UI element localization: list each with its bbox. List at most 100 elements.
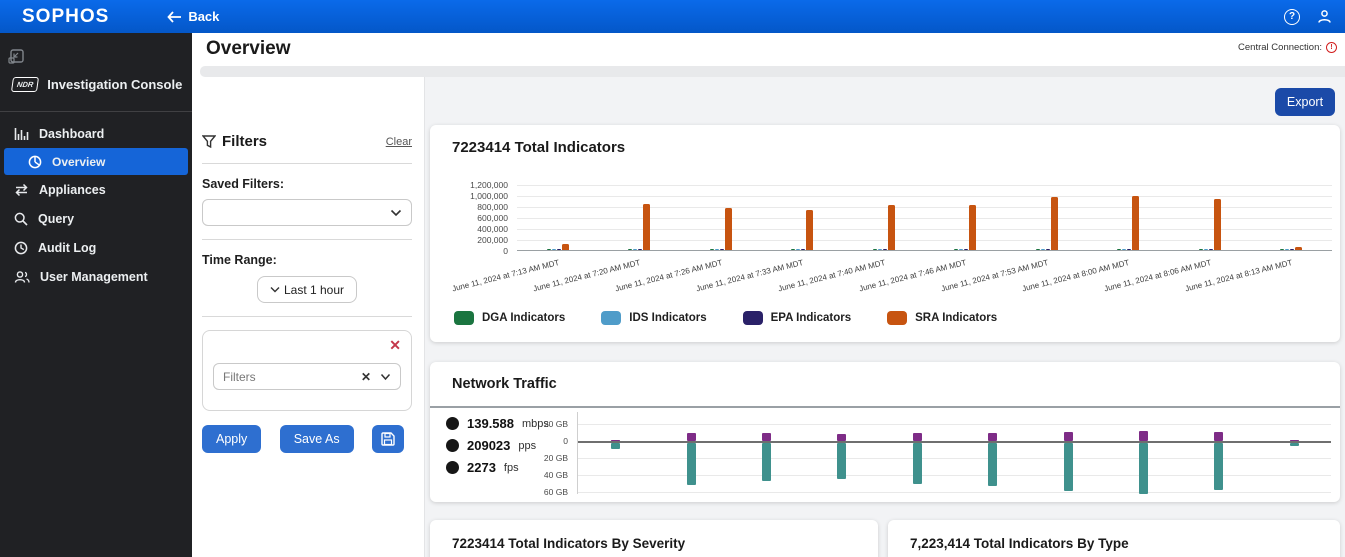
bar-ids bbox=[552, 249, 556, 250]
y-tick-label: 40 GB bbox=[524, 470, 568, 480]
legend-label: DGA Indicators bbox=[482, 312, 565, 324]
save-filter-button[interactable] bbox=[372, 425, 404, 453]
bar-epa bbox=[964, 249, 968, 250]
stat-value: 209023 bbox=[467, 438, 510, 453]
clear-filters-link[interactable]: Clear bbox=[386, 136, 412, 148]
bar-sra bbox=[1214, 199, 1221, 250]
divider bbox=[202, 239, 412, 240]
indicators-by-severity-card: 7223414 Total Indicators By Severity bbox=[430, 520, 878, 557]
x-tick-label: June 11, 2024 at 8:00 AM MDT bbox=[983, 258, 1131, 303]
legend-item[interactable]: EPA Indicators bbox=[743, 311, 852, 325]
sidebar-nav: Dashboard Overview Appliances Query Audi… bbox=[0, 119, 192, 291]
chevron-down-icon bbox=[380, 373, 391, 381]
bar-sra bbox=[888, 205, 895, 250]
network-bar-outbound bbox=[611, 443, 620, 449]
x-tick-label: June 11, 2024 at 8:06 AM MDT bbox=[1064, 258, 1212, 303]
bar-dga bbox=[1036, 249, 1040, 250]
time-range-label: Time Range: bbox=[202, 253, 412, 267]
legend-label: IDS Indicators bbox=[629, 312, 706, 324]
legend-swatch bbox=[601, 311, 621, 325]
sidebar-item-user-management[interactable]: User Management bbox=[0, 262, 192, 291]
network-bar-outbound bbox=[762, 443, 771, 481]
x-tick-label: June 11, 2024 at 8:13 AM MDT bbox=[1146, 258, 1294, 303]
clear-selection-icon[interactable]: ✕ bbox=[361, 370, 371, 384]
sidebar-item-label: Overview bbox=[52, 155, 105, 169]
filters-title: Filters bbox=[222, 133, 267, 150]
bar-dga bbox=[873, 249, 877, 250]
y-tick-label: 1,000,000 bbox=[426, 191, 508, 201]
legend-swatch bbox=[743, 311, 763, 325]
users-icon bbox=[14, 270, 30, 284]
legend-item[interactable]: DGA Indicators bbox=[454, 311, 565, 325]
bar-ids bbox=[633, 249, 637, 250]
sidebar-item-appliances[interactable]: Appliances bbox=[0, 175, 192, 204]
bar-group bbox=[1251, 185, 1333, 250]
collapse-panel-icon[interactable] bbox=[8, 49, 24, 65]
bar-epa bbox=[1127, 249, 1131, 250]
sidebar-item-dashboard[interactable]: Dashboard bbox=[0, 119, 192, 148]
filter-group: ✕ Filters ✕ bbox=[202, 330, 412, 411]
chevron-down-icon bbox=[270, 286, 280, 293]
app-title: Investigation Console bbox=[47, 77, 182, 92]
bar-ids bbox=[1041, 249, 1045, 250]
bar-group bbox=[1006, 185, 1088, 250]
sidebar-divider bbox=[0, 111, 192, 112]
bar-group bbox=[843, 185, 925, 250]
warning-icon[interactable]: ! bbox=[1326, 42, 1337, 53]
save-as-button[interactable]: Save As bbox=[280, 425, 354, 453]
bar-sra bbox=[562, 244, 569, 250]
network-bar-inbound bbox=[762, 433, 771, 441]
bar-sra bbox=[969, 205, 976, 250]
clock-icon bbox=[14, 241, 28, 255]
x-tick-label: June 11, 2024 at 7:53 AM MDT bbox=[901, 258, 1049, 303]
saved-filters-select[interactable] bbox=[202, 199, 412, 226]
divider bbox=[430, 406, 1340, 408]
bar-dga bbox=[791, 249, 795, 250]
legend-item[interactable]: IDS Indicators bbox=[601, 311, 706, 325]
bar-group bbox=[1088, 185, 1170, 250]
top-bar: SOPHOS Back ? bbox=[0, 0, 1345, 33]
x-tick-label: June 11, 2024 at 7:20 AM MDT bbox=[494, 258, 642, 303]
sidebar-item-label: Audit Log bbox=[38, 241, 96, 255]
back-label: Back bbox=[188, 9, 219, 24]
sidebar-item-audit-log[interactable]: Audit Log bbox=[0, 233, 192, 262]
sidebar-item-overview[interactable]: Overview bbox=[4, 148, 188, 175]
y-tick-label: 20 GB bbox=[524, 419, 568, 429]
bar-dga bbox=[628, 249, 632, 250]
bar-epa bbox=[1046, 249, 1050, 250]
time-range-select[interactable]: Last 1 hour bbox=[257, 276, 357, 303]
remove-filter-group-icon[interactable]: ✕ bbox=[389, 337, 401, 354]
network-plot bbox=[577, 412, 1331, 494]
central-connection-status: Central Connection: ! bbox=[1238, 42, 1337, 53]
topbar-actions: ? bbox=[1284, 0, 1333, 33]
user-icon[interactable] bbox=[1316, 8, 1333, 25]
bullet-icon bbox=[446, 461, 459, 474]
bar-ids bbox=[1122, 249, 1126, 250]
network-bar-inbound bbox=[837, 434, 846, 441]
sidebar-item-query[interactable]: Query bbox=[0, 204, 192, 233]
legend-swatch bbox=[454, 311, 474, 325]
filter-type-placeholder: Filters bbox=[223, 370, 361, 384]
network-bar-inbound bbox=[1290, 440, 1299, 442]
export-button[interactable]: Export bbox=[1275, 88, 1335, 116]
y-tick-label: 200,000 bbox=[426, 235, 508, 245]
network-bar-inbound bbox=[1139, 431, 1148, 441]
divider bbox=[202, 163, 412, 164]
back-button[interactable]: Back bbox=[167, 9, 219, 24]
chevron-down-icon bbox=[390, 209, 402, 217]
bar-sra bbox=[806, 210, 813, 250]
sophos-logo: SOPHOS bbox=[22, 6, 109, 28]
sidebar-item-label: Appliances bbox=[39, 183, 106, 197]
bullet-icon bbox=[446, 417, 459, 430]
network-y-axis: 20 GB020 GB40 GB60 GB bbox=[528, 412, 572, 494]
horizontal-scrollbar[interactable] bbox=[200, 66, 1345, 77]
sidebar-item-label: User Management bbox=[40, 270, 148, 284]
legend-item[interactable]: SRA Indicators bbox=[887, 311, 997, 325]
bar-dga bbox=[954, 249, 958, 250]
bar-epa bbox=[801, 249, 805, 250]
apply-button[interactable]: Apply bbox=[202, 425, 261, 453]
x-tick-label: June 11, 2024 at 7:46 AM MDT bbox=[820, 258, 968, 303]
network-bar-inbound bbox=[1064, 432, 1073, 441]
help-icon[interactable]: ? bbox=[1284, 9, 1300, 25]
filter-type-select[interactable]: Filters ✕ bbox=[213, 363, 401, 390]
